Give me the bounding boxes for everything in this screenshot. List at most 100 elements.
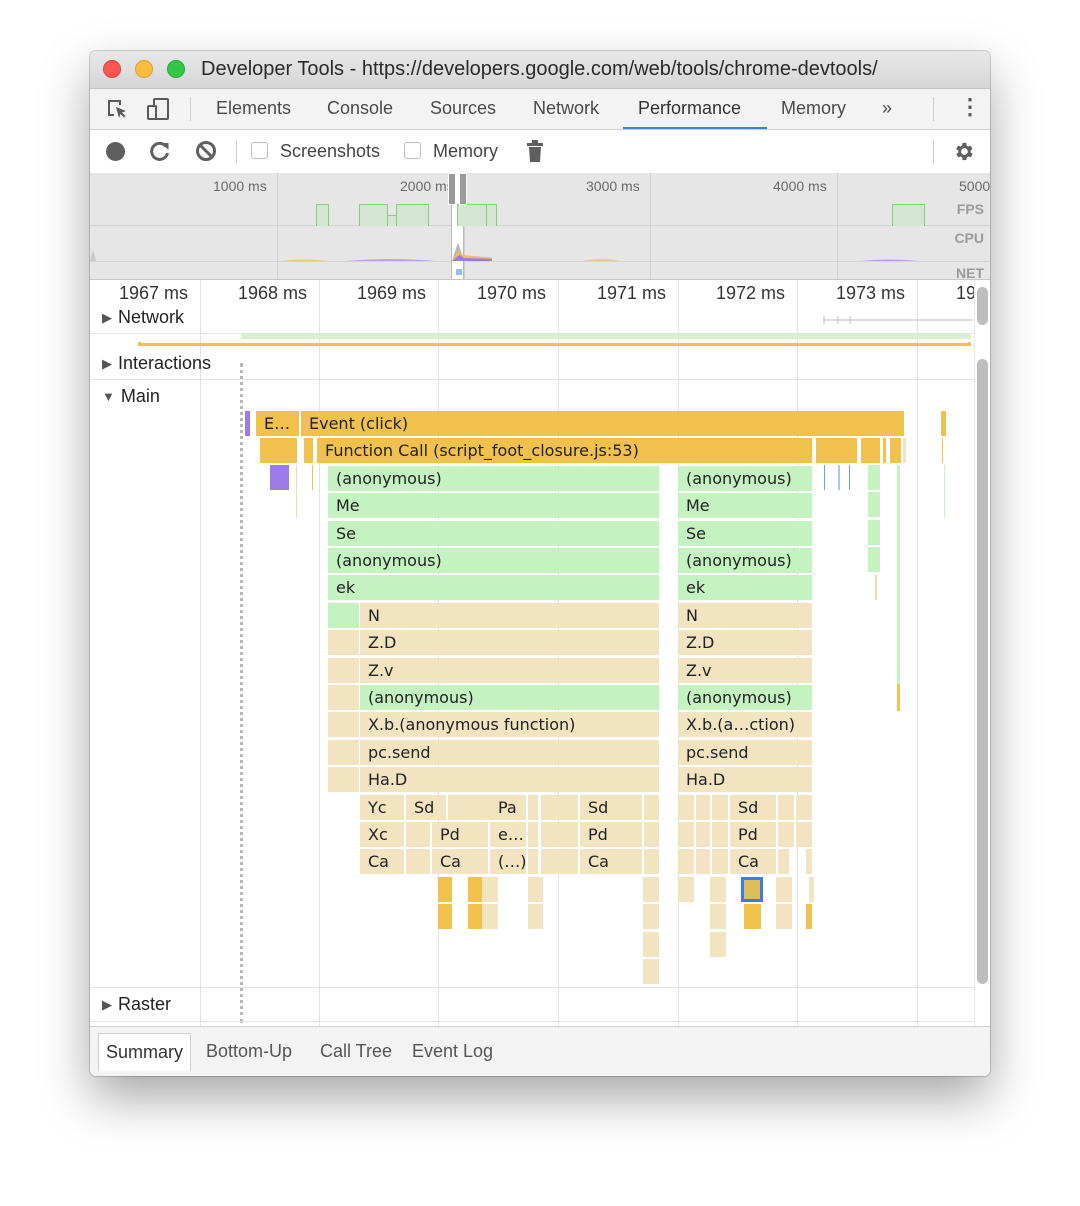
flame-frame-leaf[interactable] bbox=[644, 794, 659, 820]
flame-frame-leaf[interactable]: e… bbox=[490, 822, 526, 847]
flame-frame[interactable] bbox=[868, 547, 880, 572]
flame-frame[interactable] bbox=[328, 739, 359, 765]
flame-frame-left[interactable]: Z.v bbox=[360, 657, 659, 683]
flame-frame-leaf[interactable]: Ca bbox=[432, 849, 488, 875]
flame-frame-leaf[interactable] bbox=[406, 822, 430, 847]
flame-frame[interactable] bbox=[468, 876, 482, 902]
tab-call-tree[interactable]: Call Tree bbox=[313, 1037, 399, 1066]
flame-frame-left[interactable]: ek bbox=[328, 575, 659, 601]
flame-frame-right[interactable]: N bbox=[678, 602, 812, 628]
flame-frame-leaf[interactable] bbox=[541, 849, 578, 875]
customize-menu-icon[interactable]: ⋮ bbox=[959, 94, 981, 120]
flame-frame-right[interactable]: (anonymous) bbox=[678, 465, 812, 491]
flame-frame[interactable] bbox=[260, 438, 297, 463]
flame-frame-leaf[interactable] bbox=[644, 822, 659, 847]
record-icon[interactable] bbox=[106, 142, 125, 161]
zoom-window-button[interactable] bbox=[167, 60, 185, 78]
flame-frame[interactable] bbox=[806, 849, 812, 875]
flame-frame-right[interactable]: Se bbox=[678, 520, 812, 546]
flame-frame-leaf[interactable]: (…) bbox=[490, 849, 526, 875]
expand-triangle-icon[interactable]: ▶ bbox=[102, 310, 112, 326]
flame-frame[interactable] bbox=[643, 931, 659, 957]
flame-frame-left[interactable]: Me bbox=[328, 493, 659, 519]
flame-frame[interactable] bbox=[438, 904, 452, 930]
flame-frame-right[interactable]: (anonymous) bbox=[678, 548, 812, 573]
timeline-overview[interactable]: 1000 ms 2000 ms 3000 ms 4000 ms 5000 FPS… bbox=[90, 173, 990, 280]
flame-frame[interactable] bbox=[678, 822, 694, 847]
flame-frame[interactable] bbox=[328, 630, 359, 656]
flame-frame[interactable] bbox=[696, 849, 710, 875]
main-scroll-thumb[interactable] bbox=[977, 359, 988, 984]
flame-frame-leaf[interactable]: Pd bbox=[432, 822, 488, 847]
clear-icon[interactable] bbox=[195, 140, 217, 167]
tab-network[interactable]: Network bbox=[533, 98, 599, 119]
flame-frame[interactable] bbox=[468, 904, 482, 930]
track-raster[interactable]: ▶ Raster bbox=[102, 994, 171, 1015]
tab-elements[interactable]: Elements bbox=[216, 98, 291, 119]
flame-frame[interactable] bbox=[643, 904, 659, 930]
flame-frame[interactable] bbox=[678, 876, 694, 902]
tab-performance[interactable]: Performance bbox=[638, 98, 741, 119]
flame-frame-left[interactable]: (anonymous) bbox=[360, 685, 659, 710]
flame-frame-leaf[interactable]: Sd bbox=[406, 794, 446, 820]
selection-left-handle[interactable] bbox=[448, 173, 456, 205]
more-tabs-button[interactable]: » bbox=[882, 98, 892, 119]
flame-frame-right[interactable]: pc.send bbox=[678, 739, 812, 765]
flame-chart-scrollbar[interactable] bbox=[974, 280, 990, 1026]
flame-frame[interactable] bbox=[776, 876, 792, 902]
flame-chart[interactable]: 1967 ms 1968 ms 1969 ms 1970 ms 1971 ms … bbox=[90, 280, 974, 1026]
flame-frame-leaf[interactable] bbox=[406, 849, 430, 875]
flame-frame[interactable] bbox=[482, 876, 498, 902]
flame-frame-event-click[interactable]: Event (click) bbox=[301, 411, 904, 436]
tab-console[interactable]: Console bbox=[327, 98, 393, 119]
trash-icon[interactable] bbox=[527, 140, 543, 167]
track-network[interactable]: ▶ Network bbox=[102, 307, 184, 328]
flame-frame[interactable] bbox=[778, 794, 794, 820]
tab-sources[interactable]: Sources bbox=[430, 98, 496, 119]
flame-frame[interactable] bbox=[796, 794, 812, 820]
flame-frame[interactable] bbox=[806, 904, 812, 930]
flame-frame-leaf[interactable] bbox=[528, 794, 538, 820]
flame-frame[interactable] bbox=[643, 959, 659, 984]
flame-frame[interactable] bbox=[245, 411, 250, 436]
flame-frame[interactable] bbox=[328, 767, 359, 793]
flame-frame[interactable] bbox=[776, 904, 792, 930]
flame-frame-left[interactable]: Z.D bbox=[360, 630, 659, 656]
flame-frame[interactable] bbox=[438, 876, 452, 902]
flame-frame[interactable] bbox=[328, 602, 359, 628]
flame-frame[interactable] bbox=[696, 822, 710, 847]
flame-frame-left[interactable]: (anonymous) bbox=[328, 465, 659, 491]
flame-frame-leaf[interactable]: Ca bbox=[730, 849, 776, 875]
flame-frame-leaf[interactable]: Pd bbox=[730, 822, 776, 847]
flame-frame-left[interactable]: N bbox=[360, 602, 659, 628]
flame-frame[interactable] bbox=[710, 876, 726, 902]
flame-frame-left[interactable]: Ha.D bbox=[360, 767, 659, 793]
flame-frame-leaf[interactable]: Sd bbox=[580, 794, 642, 820]
flame-frame-left[interactable]: pc.send bbox=[360, 739, 659, 765]
flame-frame[interactable] bbox=[712, 822, 728, 847]
flame-frame[interactable] bbox=[270, 465, 289, 490]
flame-frame-leaf[interactable]: Pd bbox=[580, 822, 642, 847]
minimize-window-button[interactable] bbox=[135, 60, 153, 78]
tab-memory[interactable]: Memory bbox=[781, 98, 846, 119]
flame-frame[interactable] bbox=[678, 849, 694, 875]
tab-event-log[interactable]: Event Log bbox=[405, 1037, 500, 1066]
flame-frame[interactable] bbox=[304, 438, 313, 463]
network-scroll-thumb[interactable] bbox=[977, 287, 988, 325]
flame-frame[interactable] bbox=[778, 849, 789, 875]
screenshots-checkbox[interactable] bbox=[251, 142, 268, 159]
flame-frame[interactable] bbox=[696, 794, 710, 820]
flame-frame-right[interactable]: ek bbox=[678, 575, 812, 601]
flame-frame-leaf[interactable] bbox=[541, 822, 578, 847]
flame-frame[interactable] bbox=[744, 904, 761, 930]
selected-flame-frame[interactable] bbox=[741, 876, 763, 902]
flame-frame[interactable] bbox=[482, 904, 498, 930]
flame-frame[interactable] bbox=[528, 876, 543, 902]
flame-frame[interactable] bbox=[328, 712, 359, 738]
flame-frame[interactable] bbox=[868, 520, 880, 545]
flame-frame[interactable] bbox=[868, 465, 880, 490]
flame-frame-leaf[interactable]: Ca bbox=[580, 849, 642, 875]
flame-frame[interactable] bbox=[868, 492, 880, 517]
flame-frame[interactable] bbox=[328, 657, 359, 683]
flame-frame-leaf[interactable]: Pa bbox=[490, 794, 526, 820]
